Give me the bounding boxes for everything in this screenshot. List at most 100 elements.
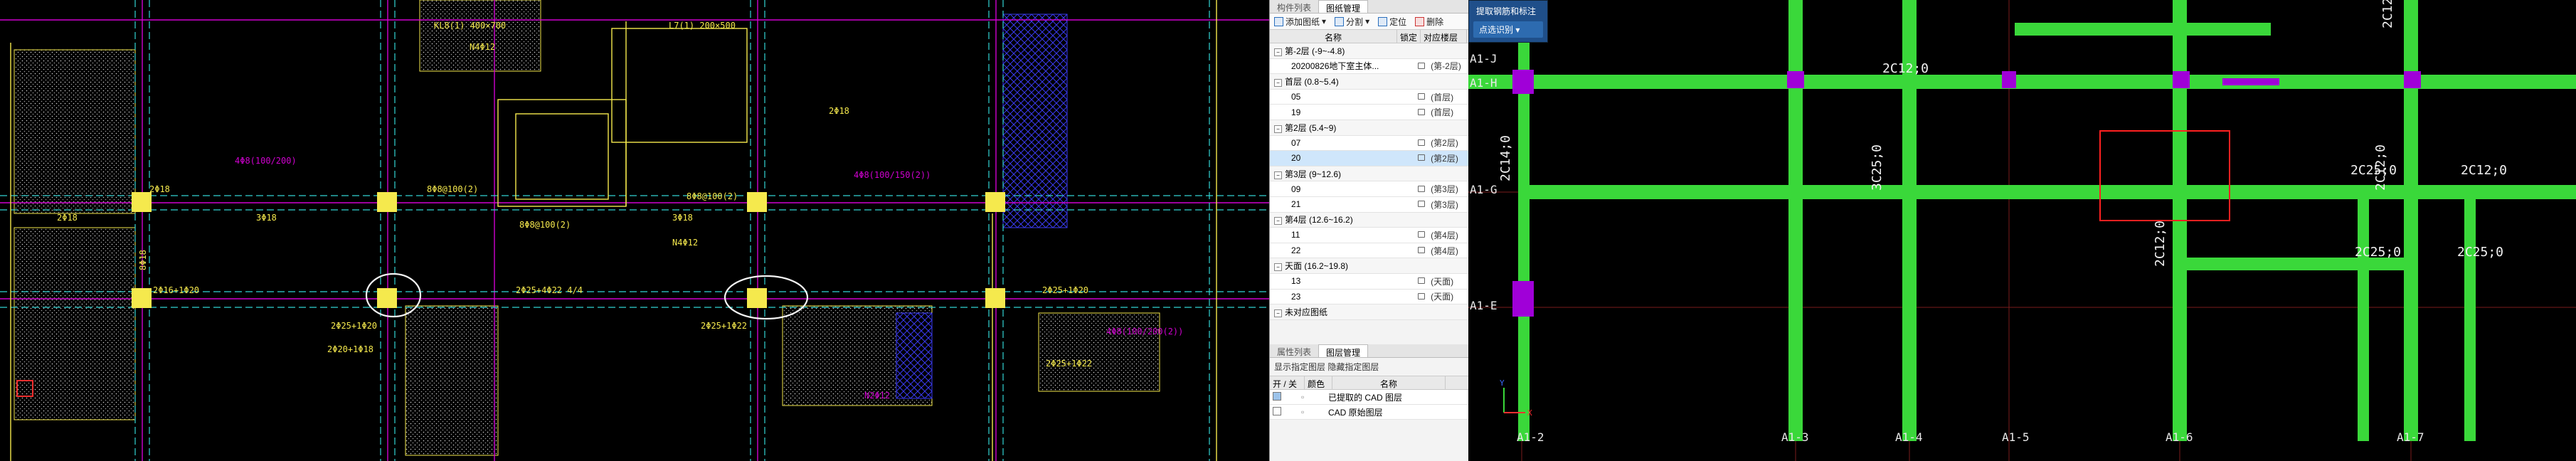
row-name: 第4层 (12.6~16.2) [1285,215,1353,226]
cad-label: N4Φ12 [672,238,698,248]
lock-icon[interactable] [1417,62,1425,69]
cad-label: 8Φ8@100(2) [427,184,478,194]
collapse-toggle-icon[interactable]: − [1274,48,1282,56]
svg-text:X: X [1527,408,1532,418]
row-name: 第-2层 (-9~-4.8) [1285,46,1345,56]
floor-group-row[interactable]: − 第3层 (9~12.6) [1270,166,1469,182]
cad-canvas-left[interactable]: 4Φ8(100/200) 2Φ18 8Φ18 2Φ18 3Φ18 2Φ16+1Φ… [0,0,1269,461]
tab-layer-management[interactable]: 图层管理 [1318,344,1369,358]
collapse-toggle-icon[interactable]: − [1274,309,1282,317]
row-name: 09 [1291,184,1301,194]
rebar-label: 2C25;0 [2355,245,2401,260]
lock-icon[interactable] [1417,108,1425,115]
row-floor: (首层) [1431,107,1454,118]
drawing-row[interactable]: 20 (第2层) [1270,151,1469,166]
axis-label: A1-J [1470,52,1498,65]
collapse-toggle-icon[interactable]: − [1274,263,1282,272]
drawing-list: − 第-2层 (-9~-4.8) 20200826地下室主体... (第-2层) − 首层… [1270,43,1469,320]
floor-group-row[interactable]: − 第-2层 (-9~-4.8) [1270,43,1469,59]
layer-name: 已提取的 CAD 图层 [1328,392,1403,403]
layer-color-swatch[interactable]: ▫ [1298,407,1325,417]
lock-icon[interactable] [1417,247,1425,254]
lock-icon[interactable] [1417,231,1425,238]
drawing-row[interactable]: 13 (天面) [1270,273,1469,290]
collapse-toggle-icon[interactable]: − [1274,124,1282,133]
drawing-row[interactable]: 20200826地下室主体... (第-2层) [1270,58,1469,75]
lock-icon[interactable] [1417,277,1425,285]
rebar-label: 3C25;0 [1870,144,1885,191]
floor-group-row[interactable]: − 天面 (16.2~19.8) [1270,258,1469,274]
cad-drawing-left[interactable]: 4Φ8(100/200) 2Φ18 8Φ18 2Φ18 3Φ18 2Φ16+1Φ… [0,0,1269,461]
delete-button[interactable]: 删除 [1415,16,1443,28]
drawing-row[interactable]: 05 (首层) [1270,89,1469,105]
point-select-dropdown[interactable]: 点选识别 ▾ [1473,21,1543,38]
floor-group-row[interactable]: − 未对应图纸 [1270,304,1469,320]
lock-icon[interactable] [1417,185,1425,192]
lock-icon[interactable] [1417,292,1425,300]
drawing-row[interactable]: 11 (第4层) [1270,228,1469,243]
cad-label: 4Φ8(100/200(2)) [1106,327,1183,337]
floor-group-row[interactable]: − 首层 (0.8~5.4) [1270,74,1469,90]
collapse-toggle-icon[interactable]: − [1274,217,1282,226]
row-floor: (第-2层) [1431,61,1461,72]
split-icon [1335,16,1345,26]
lock-icon[interactable] [1417,93,1425,100]
tab-component-list[interactable]: 构件列表 [1270,0,1318,13]
lock-icon[interactable] [1417,154,1425,161]
collapse-toggle-icon[interactable]: − [1274,78,1282,87]
drawing-row[interactable]: 19 (首层) [1270,105,1469,120]
column-floor[interactable]: 对应楼层 [1421,30,1467,43]
cad-label: 2Φ18 [149,184,170,194]
layer-row[interactable]: ▫ CAD 原始图层 [1270,405,1469,420]
cad-label: 2Φ25+1Φ22 [1046,359,1092,369]
drawing-management-panel: 构件列表 图纸管理 添加图纸 ▾ 分割 ▾ 定位 删除 名称 锁定 对应楼层 − 第-… [1269,0,1470,461]
drawing-row[interactable]: 22 (第4层) [1270,243,1469,259]
add-icon [1274,16,1283,26]
row-floor: (第4层) [1431,245,1458,256]
cad-label: 2Φ18 [57,213,78,223]
rebar-label: 2C25;0 [2457,245,2503,260]
add-drawing-button[interactable]: 添加图纸 ▾ [1274,16,1326,28]
layer-row[interactable]: ▫ 已提取的 CAD 图层 [1270,390,1469,405]
split-button[interactable]: 分割 ▾ [1335,16,1369,28]
row-name: 首层 (0.8~5.4) [1285,76,1339,87]
cad-drawing-right[interactable]: A1-2 A1-3 A1-4 A1-5 A1-6 A1-7 A1-J A1-H … [1468,0,2576,461]
cad-canvas-right[interactable]: A1-2 A1-3 A1-4 A1-5 A1-6 A1-7 A1-J A1-H … [1468,0,2576,461]
tab-drawing-management[interactable]: 图纸管理 [1318,0,1369,14]
drawing-row[interactable]: 21 (第3层) [1270,196,1469,213]
axis-label: A1-2 [1517,430,1544,444]
locate-button[interactable]: 定位 [1378,16,1406,28]
axis-label: A1-5 [2002,430,2030,444]
row-name: 22 [1291,245,1301,256]
drawing-row[interactable]: 07 (第2层) [1270,135,1469,152]
row-name: 21 [1291,199,1301,210]
collapse-toggle-icon[interactable]: − [1274,171,1282,179]
axis-label: A1-H [1470,76,1498,90]
lock-icon[interactable] [1417,139,1425,146]
layer-filter-options[interactable]: 显示指定图层 隐藏指定图层 [1270,358,1469,376]
drawing-row[interactable]: 23 (天面) [1270,289,1469,305]
panel-tabs: 构件列表 图纸管理 [1270,0,1469,14]
axis-label: A1-G [1470,183,1498,196]
column-lock[interactable]: 锁定 [1397,30,1421,43]
tab-property-list[interactable]: 属性列表 [1270,344,1318,357]
cad-label: 2Φ20+1Φ18 [327,344,373,354]
table-header: 名称 锁定 对应楼层 [1270,30,1469,43]
column-layer-name: 名称 [1332,376,1446,389]
layer-color-swatch[interactable]: ▫ [1298,392,1325,402]
layer-toggle-checkbox[interactable] [1273,406,1281,415]
column-name[interactable]: 名称 [1270,30,1397,43]
panel-tabs-2: 属性列表 图层管理 [1270,344,1469,358]
rebar-label: 2C12;0 [2461,163,2507,178]
cad-label: 8Φ8@100(2) [687,191,738,201]
drawing-row[interactable]: 09 (第3层) [1270,181,1469,197]
floor-group-row[interactable]: − 第4层 (12.6~16.2) [1270,212,1469,228]
lock-icon[interactable] [1417,201,1425,208]
cad-label: N2Φ12 [864,391,890,401]
floor-group-row[interactable]: − 第2层 (5.4~9) [1270,120,1469,136]
layer-table-header: 开 / 关 颜色 名称 [1270,376,1469,390]
row-floor: (首层) [1431,92,1454,102]
extract-rebar-title[interactable]: 提取钢筋和标注 [1469,1,1547,21]
layer-toggle-checkbox[interactable] [1273,391,1281,401]
locate-icon [1378,16,1388,26]
